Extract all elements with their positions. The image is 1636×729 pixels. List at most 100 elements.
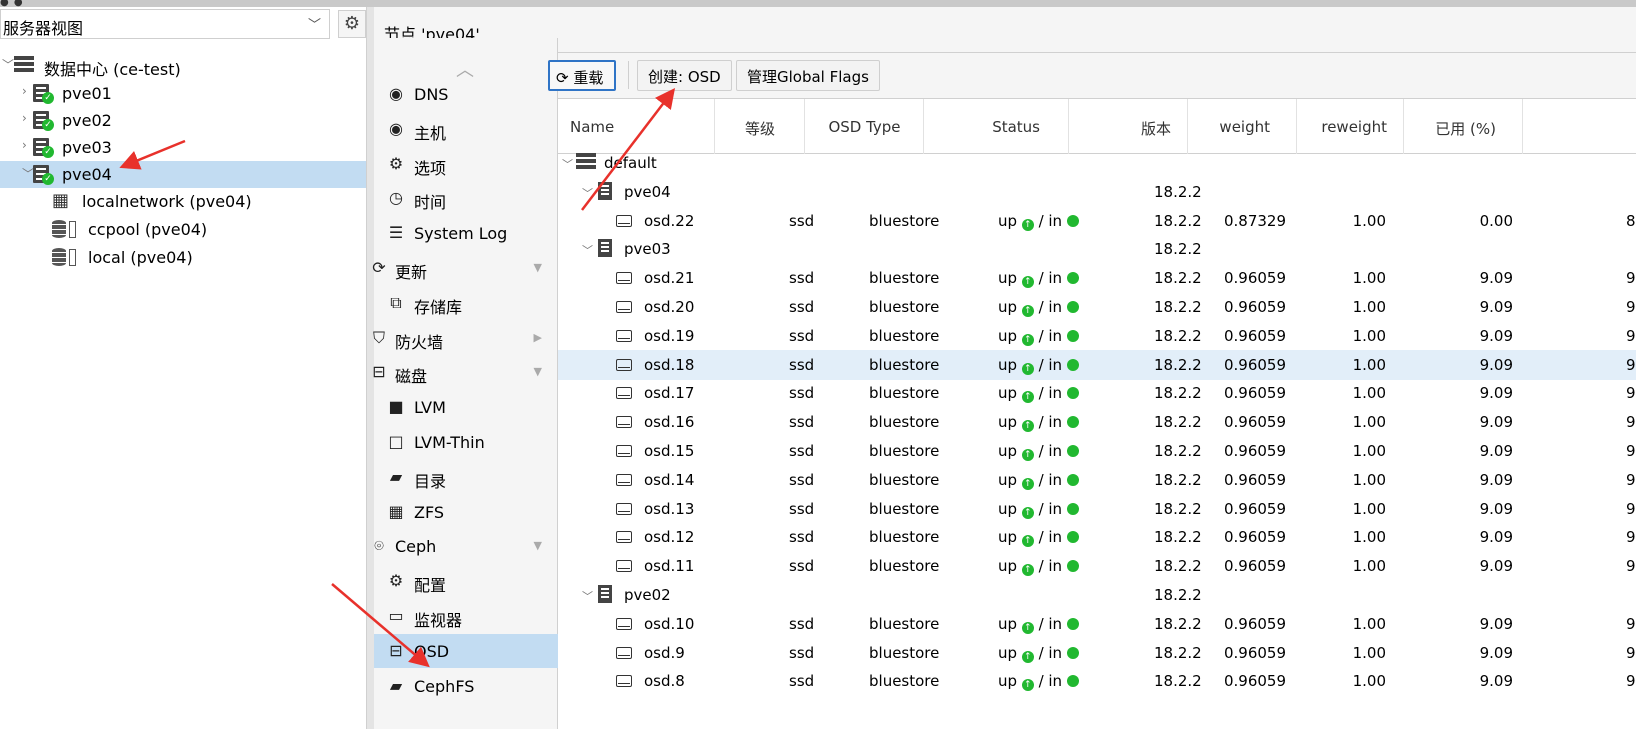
status-up-label: up <box>998 557 1022 576</box>
row-name: pve02 <box>624 586 671 604</box>
column-header-6[interactable]: reweight <box>1297 99 1404 154</box>
chevron-down-icon[interactable]: ▼ <box>534 261 542 274</box>
status-up-label: up <box>998 298 1022 316</box>
reload-button[interactable]: ⟳ 重载 <box>548 60 616 91</box>
column-header-5[interactable]: weight <box>1188 99 1297 154</box>
collapse-icon[interactable]: ﹀ <box>562 156 573 172</box>
row-class: ssd <box>789 470 815 489</box>
row-reweight: 1.00 <box>1352 298 1386 316</box>
column-header-1[interactable]: 等级 <box>715 99 805 154</box>
shield-icon: ⛉ <box>372 327 385 347</box>
collapse-icon[interactable]: ﹀ <box>582 242 593 258</box>
clock-icon: ◷ <box>389 188 403 208</box>
row-truncated-value: 98 <box>1626 557 1636 576</box>
table-row[interactable]: osd.16 ssd bluestore up ↑ / in 18.2.2 0.9605… <box>558 407 1636 437</box>
nav-item-配置[interactable]: ⚙ 配置 <box>374 564 558 598</box>
status-up-icon: ↑ <box>1021 362 1034 375</box>
datacenter-icon <box>576 153 596 171</box>
disk-icon <box>616 675 632 688</box>
table-row[interactable]: osd.21 ssd bluestore up ↑ / in 18.2.2 0.9605… <box>558 263 1636 293</box>
nav-item-system-log[interactable]: ☰ System Log <box>374 216 558 250</box>
column-header-7[interactable]: 已用 (%) <box>1404 99 1523 154</box>
status-up-icon: ↑ <box>1021 449 1034 461</box>
row-osd-type: bluestore <box>869 384 940 403</box>
nav-item-cephfs[interactable]: ▰ CephFS <box>374 669 558 703</box>
table-row[interactable]: osd.8 ssd bluestore up ↑ / in 18.2.2 0.96059… <box>558 666 1636 696</box>
status-up-label: up <box>998 614 1022 633</box>
collapse-icon[interactable]: ﹀ <box>2 56 14 73</box>
table-row[interactable]: osd.15 ssd bluestore up ↑ / in 18.2.2 0.9605… <box>558 436 1636 466</box>
tree-item-pve03[interactable]: › ✓ pve03 <box>0 134 366 161</box>
row-osd-type: bluestore <box>869 614 940 633</box>
table-row[interactable]: osd.18 ssd bluestore up ↑ / in 18.2.2 0.9605… <box>558 349 1636 380</box>
nav-item-zfs[interactable]: ▦ ZFS <box>374 495 558 529</box>
row-osd-type: bluestore <box>869 298 940 316</box>
tree-item-pve04[interactable]: ﹀ ✓ pve04 <box>0 161 366 188</box>
nav-item-dns[interactable]: ◉ DNS <box>374 77 558 111</box>
grid-header: Name 等级 OSD Type Status 版本 weight reweight 已用 (… <box>558 99 1636 154</box>
nav-item-ceph[interactable]: ⌾ Ceph ▼ <box>374 529 558 563</box>
tree-item-local[interactable]: local (pve04) <box>0 244 366 271</box>
nav-item-监视器[interactable]: ▭ 监视器 <box>374 599 558 633</box>
table-row[interactable]: ﹀ pve02 18.2.2 <box>558 580 1636 610</box>
nav-item-更新[interactable]: ⟳ 更新 ▼ <box>372 251 558 285</box>
table-row[interactable]: osd.17 ssd bluestore up ↑ / in 18.2.2 0.9605… <box>558 378 1636 408</box>
nav-item-主机[interactable]: ◉ 主机 <box>374 112 558 146</box>
expand-icon[interactable]: › <box>22 138 27 152</box>
table-row[interactable]: osd.22 ssd bluestore up ↑ / in 18.2.2 0.8732… <box>558 206 1636 236</box>
row-version: 18.2.2 <box>1154 413 1202 432</box>
column-header-label: 已用 (%) <box>1435 120 1496 138</box>
tree-settings-button[interactable]: ⚙ <box>338 10 366 38</box>
nav-item-目录[interactable]: ▰ 目录 <box>374 460 558 494</box>
table-row[interactable]: ﹀ pve04 18.2.2 <box>558 177 1636 207</box>
row-name: osd.20 <box>644 298 695 316</box>
row-used: 9.09 <box>1479 326 1513 345</box>
row-name: osd.14 <box>644 470 695 489</box>
expand-icon[interactable]: › <box>22 84 27 98</box>
table-row[interactable]: osd.14 ssd bluestore up ↑ / in 18.2.2 0.9605… <box>558 465 1636 495</box>
list-icon: ☰ <box>388 223 404 243</box>
row-reweight: 1.00 <box>1352 384 1386 403</box>
table-row[interactable]: osd.10 ssd bluestore up ↑ / in 18.2.2 0.9605… <box>558 609 1636 639</box>
table-row[interactable]: osd.20 ssd bluestore up ↑ / in 18.2.2 0.9605… <box>558 292 1636 322</box>
status-up-icon: ↑ <box>1021 333 1034 346</box>
chevron-down-icon[interactable]: ▼ <box>534 365 542 378</box>
nav-item-防火墙[interactable]: ⛉ 防火墙 ▶ <box>373 321 558 355</box>
nav-item-lvm[interactable]: ■ LVM <box>374 390 558 424</box>
create-osd-button[interactable]: 创建: OSD <box>637 60 732 91</box>
table-row[interactable]: osd.12 ssd bluestore up ↑ / in 18.2.2 0.9605… <box>558 522 1636 552</box>
row-truncated-value: 98 <box>1626 499 1636 518</box>
tree-item-数据中心[interactable]: ﹀ 数据中心 (ce-test) <box>0 52 366 79</box>
column-header-0[interactable]: Name <box>558 99 715 154</box>
table-row[interactable]: ﹀ default <box>558 148 1636 178</box>
row-osd-type: bluestore <box>869 442 940 460</box>
table-row[interactable]: osd.11 ssd bluestore up ↑ / in 18.2.2 0.9605… <box>558 551 1636 581</box>
column-header-2[interactable]: OSD Type <box>805 99 924 154</box>
tree-item-localnetwork[interactable]: ▦ localnetwork (pve04) <box>0 188 366 215</box>
collapse-icon[interactable]: ﹀ <box>582 588 593 604</box>
table-row[interactable]: osd.9 ssd bluestore up ↑ / in 18.2.2 0.96059… <box>558 638 1636 668</box>
collapse-icon[interactable]: ﹀ <box>582 185 593 201</box>
nav-item-磁盘[interactable]: ⊟ 磁盘 ▼ <box>372 355 558 389</box>
tree-item-ccpool[interactable]: ccpool (pve04) <box>0 216 366 243</box>
status-in-label: / in <box>1033 528 1067 547</box>
nav-item-选项[interactable]: ⚙ 选项 <box>374 147 558 181</box>
chevron-right-icon[interactable]: ▶ <box>534 331 542 344</box>
table-row[interactable]: osd.19 ssd bluestore up ↑ / in 18.2.2 0.9605… <box>558 321 1636 351</box>
view-selector[interactable]: 服务器视图 ﹀ <box>0 9 330 39</box>
row-status: up ↑ / in <box>998 442 1079 461</box>
nav-item-存储库[interactable]: ⧉ 存储库 <box>374 286 558 320</box>
table-row[interactable]: osd.13 ssd bluestore up ↑ / in 18.2.2 0.9605… <box>558 494 1636 524</box>
table-row[interactable]: ﹀ pve03 18.2.2 <box>558 234 1636 264</box>
nav-item-lvm-thin[interactable]: □ LVM-Thin <box>374 425 558 459</box>
tree-item-pve02[interactable]: › ✓ pve02 <box>0 107 366 134</box>
column-header-3[interactable]: Status <box>924 99 1069 154</box>
column-header-4[interactable]: 版本 <box>1069 99 1188 154</box>
expand-icon[interactable]: › <box>22 111 27 125</box>
nav-item-时间[interactable]: ◷ 时间 <box>374 181 558 215</box>
row-used: 9.09 <box>1479 614 1513 633</box>
tree-item-pve01[interactable]: › ✓ pve01 <box>0 80 366 107</box>
manage-global-flags-button[interactable]: 管理Global Flags <box>736 60 880 91</box>
chevron-down-icon[interactable]: ▼ <box>534 539 542 552</box>
nav-item-osd[interactable]: ⊟ OSD <box>374 633 558 668</box>
